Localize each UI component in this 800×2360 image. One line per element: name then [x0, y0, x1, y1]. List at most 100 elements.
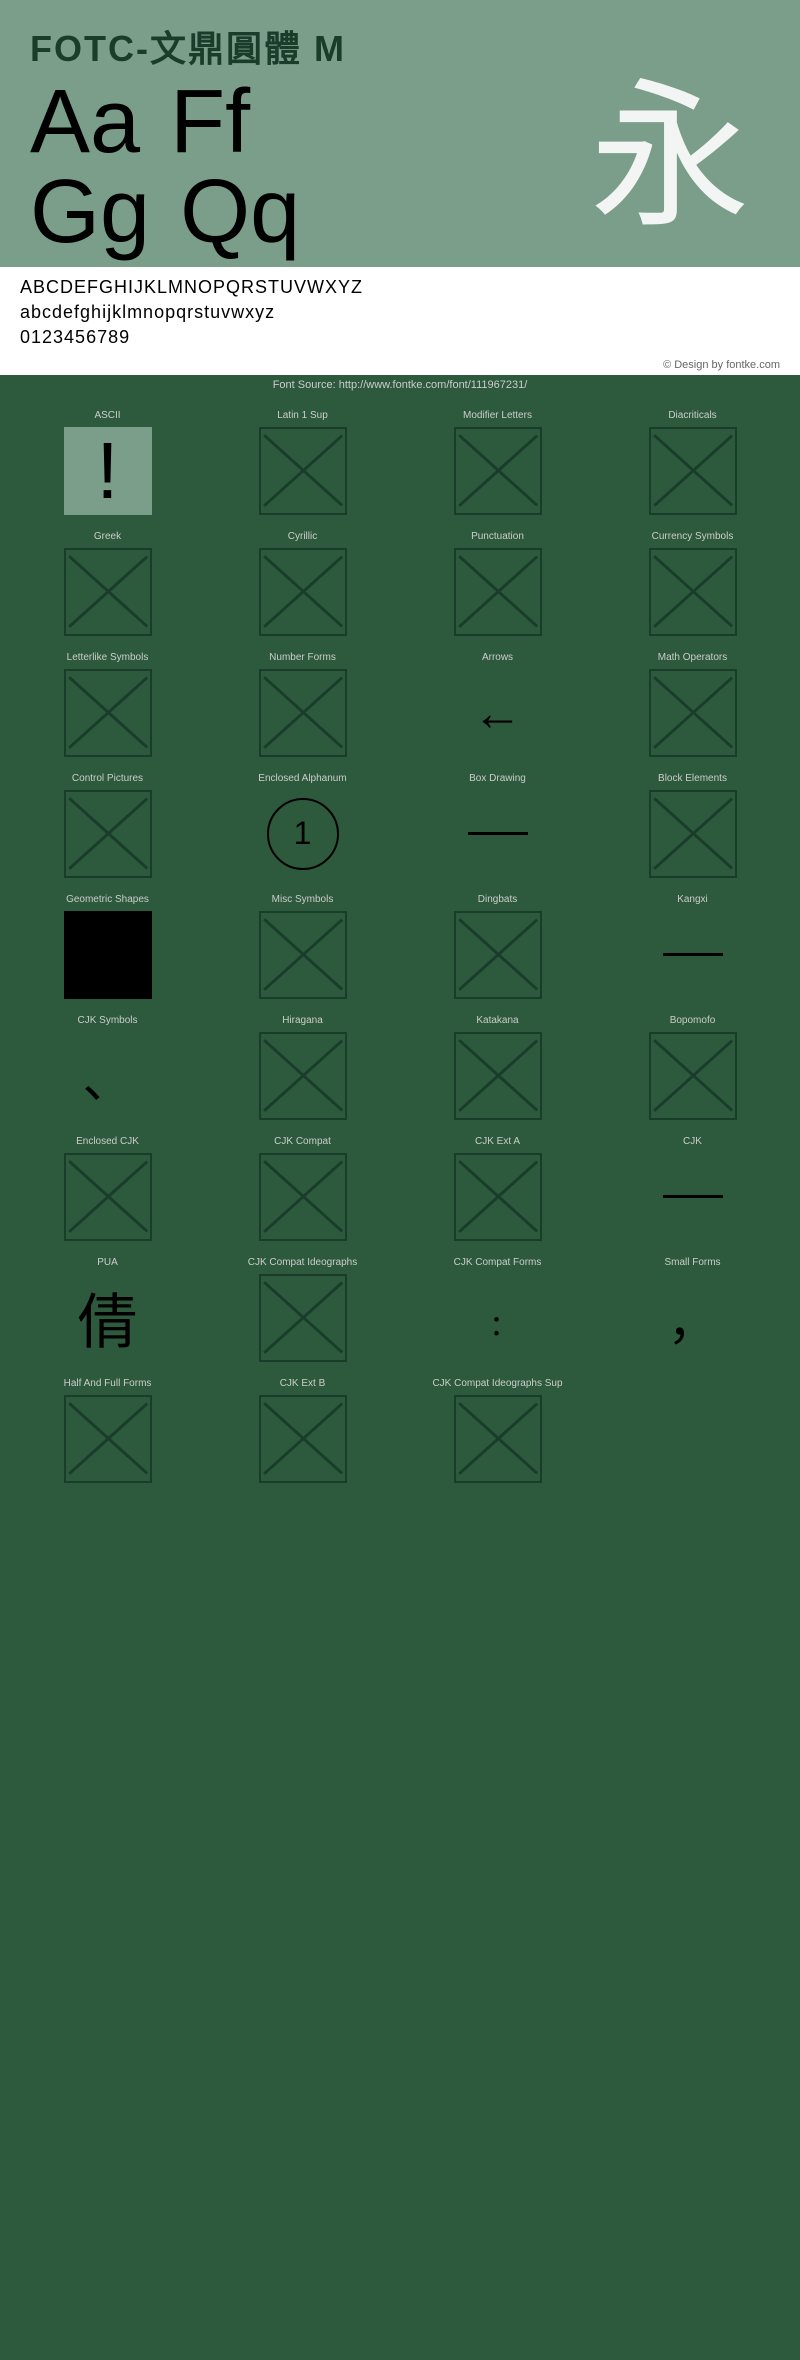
content-greek	[63, 547, 153, 637]
label-pua: PUA	[97, 1257, 118, 1268]
label-cjkcompat: CJK Compat	[274, 1136, 331, 1147]
cell-cjkexta: CJK Ext A	[400, 1131, 595, 1247]
latin-char-gg: Gg	[30, 167, 150, 257]
label-letterlike: Letterlike Symbols	[67, 652, 149, 663]
label-punctuation: Punctuation	[471, 531, 524, 542]
placeholder-katakana	[454, 1032, 542, 1120]
cjk-preview: 永	[590, 77, 750, 237]
cell-cjkcompatideo: CJK Compat Ideographs	[205, 1252, 400, 1368]
source-line: Font Source: http://www.fontke.com/font/…	[0, 375, 800, 395]
placeholder-currency	[649, 548, 737, 636]
digits: 0123456789	[20, 325, 780, 350]
grid-row-1: ASCII ! Latin 1 Sup Modifier Letters Dia…	[10, 405, 790, 521]
label-halffull: Half And Full Forms	[64, 1378, 152, 1389]
latin-row-1: Aa Ff	[30, 77, 300, 167]
content-pua: 倩	[63, 1273, 153, 1363]
latin-char-ff: Ff	[170, 77, 250, 167]
latin-char-aa: Aa	[30, 77, 140, 167]
cell-geometric: Geometric Shapes	[10, 889, 205, 1005]
cell-enclosed: Enclosed Alphanum 1	[205, 768, 400, 884]
small-comma-symbol: ，	[649, 1274, 737, 1362]
label-modifier: Modifier Letters	[463, 410, 532, 421]
cell-latin1sup: Latin 1 Sup	[205, 405, 400, 521]
label-cjkcompatideo: CJK Compat Ideographs	[248, 1257, 358, 1268]
label-arrows: Arrows	[482, 652, 513, 663]
alphabet-section: ABCDEFGHIJKLMNOPQRSTUVWXYZ abcdefghijklm…	[0, 267, 800, 359]
label-cjksymbols: CJK Symbols	[77, 1015, 137, 1026]
cell-cjkcompat: CJK Compat	[205, 1131, 400, 1247]
placeholder-modifier	[454, 427, 542, 515]
content-controlpic	[63, 789, 153, 879]
label-dingbats: Dingbats	[478, 894, 517, 905]
content-cyrillic	[258, 547, 348, 637]
placeholder-cyrillic	[259, 548, 347, 636]
placeholder-cjkexta	[454, 1153, 542, 1241]
content-kangxi	[648, 910, 738, 1000]
placeholder-blockelements	[649, 790, 737, 878]
label-cyrillic: Cyrillic	[288, 531, 317, 542]
dash-symbol-boxdrawing	[454, 790, 542, 878]
content-boxdrawing	[453, 789, 543, 879]
pua-cjk-char: 倩	[64, 1274, 152, 1362]
label-smallforms: Small Forms	[664, 1257, 720, 1268]
content-currency	[648, 547, 738, 637]
cell-hiragana: Hiragana	[205, 1010, 400, 1126]
placeholder-cjkcompat	[259, 1153, 347, 1241]
content-enclosed: 1	[258, 789, 348, 879]
label-ascii: ASCII	[94, 410, 120, 421]
cell-halffull: Half And Full Forms	[10, 1373, 205, 1489]
cell-diacriticals: Diacriticals	[595, 405, 790, 521]
grid-row-2: Greek Cyrillic Punctuation Currency Symb…	[10, 526, 790, 642]
content-arrows: ←	[453, 668, 543, 758]
cell-katakana: Katakana	[400, 1010, 595, 1126]
content-bopomofo	[648, 1031, 738, 1121]
cell-letterlike: Letterlike Symbols	[10, 647, 205, 763]
content-halffull	[63, 1394, 153, 1484]
font-title: FOTC-文鼎圓體 M	[30, 20, 770, 72]
placeholder-misc	[259, 911, 347, 999]
content-cjk	[648, 1152, 738, 1242]
cell-cjkextb: CJK Ext B	[205, 1373, 400, 1489]
content-cjksymbols: 、	[63, 1031, 153, 1121]
cell-ascii: ASCII !	[10, 405, 205, 521]
horizontal-dash-icon	[468, 832, 528, 835]
alphabet-upper: ABCDEFGHIJKLMNOPQRSTUVWXYZ	[20, 275, 780, 300]
cell-boxdrawing: Box Drawing	[400, 768, 595, 884]
label-enclosed: Enclosed Alphanum	[258, 773, 346, 784]
content-katakana	[453, 1031, 543, 1121]
label-enclosedcjk: Enclosed CJK	[76, 1136, 139, 1147]
exclamation-symbol: !	[64, 427, 152, 515]
grid-row-6: CJK Symbols 、 Hiragana Katakana Bopomofo	[10, 1010, 790, 1126]
content-blockelements	[648, 789, 738, 879]
content-dingbats	[453, 910, 543, 1000]
placeholder-latin1sup	[259, 427, 347, 515]
content-hiragana	[258, 1031, 348, 1121]
circle-one-symbol: 1	[267, 798, 339, 870]
font-preview-large: Aa Ff Gg Qq 永	[30, 77, 770, 257]
cell-modifier: Modifier Letters	[400, 405, 595, 521]
label-blockelements: Block Elements	[658, 773, 727, 784]
alphabet-lower: abcdefghijklmnopqrstuvwxyz	[20, 300, 780, 325]
cjk-dash-icon	[663, 1195, 723, 1198]
latin-preview: Aa Ff Gg Qq	[30, 77, 300, 257]
latin-row-2: Gg Qq	[30, 167, 300, 257]
cell-greek: Greek	[10, 526, 205, 642]
label-cjk: CJK	[683, 1136, 702, 1147]
left-arrow-icon: ←	[473, 684, 523, 742]
label-latin1sup: Latin 1 Sup	[277, 410, 328, 421]
content-empty	[648, 1383, 738, 1473]
content-punctuation	[453, 547, 543, 637]
content-cjkcompatforms: ﹕	[453, 1273, 543, 1363]
placeholder-numberforms	[259, 669, 347, 757]
content-modifier	[453, 426, 543, 516]
label-numberforms: Number Forms	[269, 652, 336, 663]
header-section: FOTC-文鼎圓體 M Aa Ff Gg Qq 永	[0, 0, 800, 267]
cell-controlpic: Control Pictures	[10, 768, 205, 884]
cell-kangxi: Kangxi	[595, 889, 790, 1005]
label-cjkextb: CJK Ext B	[280, 1378, 326, 1389]
content-latin1sup	[258, 426, 348, 516]
grid-row-5: Geometric Shapes Misc Symbols Dingbats K…	[10, 889, 790, 1005]
label-cjkcompatideosup: CJK Compat Ideographs Sup	[432, 1378, 562, 1389]
placeholder-greek	[64, 548, 152, 636]
content-cjkcompatideo	[258, 1273, 348, 1363]
